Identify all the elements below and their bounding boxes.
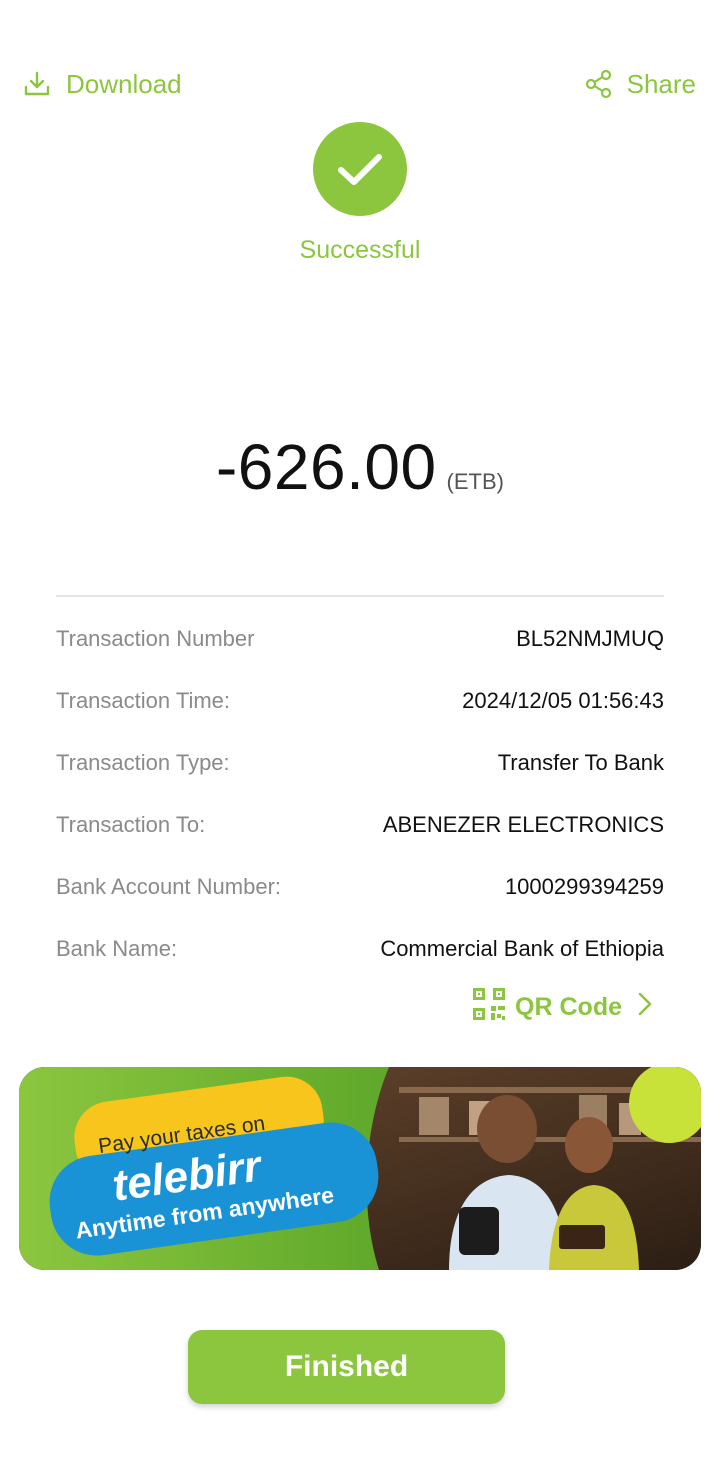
- qr-code-link[interactable]: QR Code: [471, 986, 652, 1029]
- detail-value: 2024/12/05 01:56:43: [462, 688, 664, 713]
- chevron-right-icon: [638, 992, 652, 1023]
- qr-code-label: QR Code: [515, 992, 622, 1021]
- share-button[interactable]: Share: [585, 62, 696, 106]
- detail-row-bank-name: Bank Name: Commercial Bank of Ethiopia: [56, 918, 664, 980]
- transaction-details: Transaction Number BL52NMJMUQ Transactio…: [56, 608, 664, 980]
- detail-value: ABENEZER ELECTRONICS: [382, 812, 664, 837]
- amount-currency: (ETB): [446, 469, 504, 494]
- qr-code-icon: [471, 986, 507, 1029]
- download-icon: [22, 69, 52, 99]
- promo-banner[interactable]: Pay your taxes on telebirr Anytime from …: [19, 1067, 701, 1270]
- detail-row-transaction-type: Transaction Type: Transfer To Bank: [56, 732, 664, 794]
- check-icon: [313, 122, 407, 216]
- detail-value: Commercial Bank of Ethiopia: [380, 936, 664, 961]
- detail-label: Bank Account Number:: [56, 874, 282, 899]
- status-text: Successful: [299, 236, 421, 264]
- amount: -626.00 (ETB): [0, 430, 720, 504]
- amount-value: -626.00: [215, 431, 437, 503]
- download-label: Download: [66, 68, 182, 99]
- top-bar: Download Share: [0, 62, 720, 106]
- detail-value: Transfer To Bank: [497, 750, 664, 775]
- detail-row-transaction-time: Transaction Time: 2024/12/05 01:56:43: [56, 670, 664, 732]
- detail-row-transaction-number: Transaction Number BL52NMJMUQ: [56, 608, 664, 670]
- download-button[interactable]: Download: [22, 62, 182, 106]
- detail-label: Transaction Number: [56, 626, 255, 651]
- detail-value: 1000299394259: [504, 874, 664, 899]
- detail-value: BL52NMJMUQ: [516, 626, 664, 651]
- detail-label: Transaction Time:: [56, 688, 231, 713]
- detail-row-transaction-to: Transaction To: ABENEZER ELECTRONICS: [56, 794, 664, 856]
- detail-label: Bank Name:: [56, 936, 178, 961]
- detail-label: Transaction Type:: [56, 750, 230, 775]
- detail-row-bank-account-number: Bank Account Number: 1000299394259: [56, 856, 664, 918]
- share-label: Share: [626, 68, 696, 99]
- share-icon: [585, 69, 613, 99]
- status-block: Successful: [0, 122, 720, 265]
- detail-label: Transaction To:: [56, 812, 206, 837]
- divider: [56, 595, 664, 597]
- finished-button[interactable]: Finished: [188, 1330, 505, 1404]
